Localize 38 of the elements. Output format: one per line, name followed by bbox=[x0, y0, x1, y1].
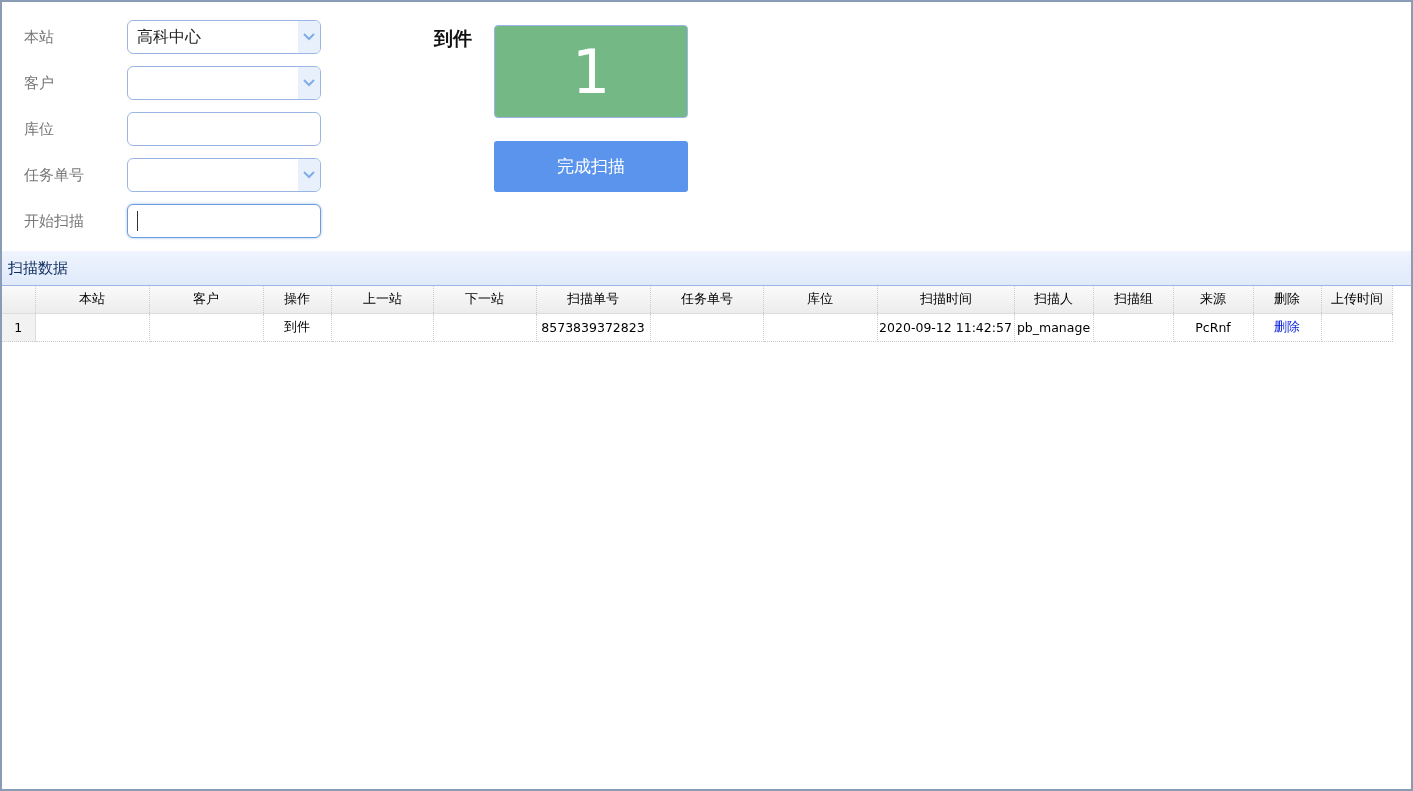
column-header[interactable]: 下一站 bbox=[433, 286, 536, 314]
row-number: 1 bbox=[2, 313, 35, 342]
column-header[interactable]: 扫描时间 bbox=[877, 286, 1014, 314]
header-cell bbox=[2, 286, 35, 314]
table-cell: 2020-09-12 11:42:57 bbox=[877, 313, 1014, 342]
column-header[interactable]: 客户 bbox=[149, 286, 263, 314]
column-header[interactable]: 本站 bbox=[35, 286, 149, 314]
column-header[interactable]: 任务单号 bbox=[650, 286, 763, 314]
select-field[interactable] bbox=[127, 158, 321, 192]
column-header[interactable]: 扫描单号 bbox=[536, 286, 650, 314]
table-cell: 8573839372823 bbox=[536, 313, 650, 342]
field-label: 客户 bbox=[24, 73, 55, 93]
field-label: 本站 bbox=[24, 27, 55, 47]
chevron-down-icon bbox=[303, 79, 315, 87]
field-label: 开始扫描 bbox=[24, 211, 85, 231]
chevron-down-icon bbox=[303, 33, 315, 41]
column-header[interactable]: 扫描人 bbox=[1014, 286, 1093, 314]
delete-link[interactable]: 删除 bbox=[1253, 313, 1321, 342]
field-label: 库位 bbox=[24, 119, 55, 139]
table-cell: PcRnf bbox=[1173, 313, 1253, 342]
column-header[interactable]: 库位 bbox=[763, 286, 877, 314]
table-cell: pb_manage bbox=[1014, 313, 1093, 342]
column-header[interactable]: 上传时间 bbox=[1321, 286, 1392, 314]
select-field[interactable]: 高科中心 bbox=[127, 20, 321, 54]
panel-title: 扫描数据 bbox=[2, 251, 1411, 286]
select-field[interactable] bbox=[127, 66, 321, 100]
column-header[interactable]: 扫描组 bbox=[1093, 286, 1173, 314]
column-header[interactable]: 删除 bbox=[1253, 286, 1321, 314]
chevron-down-icon bbox=[303, 171, 315, 179]
column-header[interactable]: 来源 bbox=[1173, 286, 1253, 314]
column-header[interactable]: 操作 bbox=[263, 286, 331, 314]
field-label: 任务单号 bbox=[24, 165, 85, 185]
input-field[interactable] bbox=[127, 112, 321, 146]
input-field[interactable] bbox=[127, 204, 321, 238]
counter-display: 1 bbox=[494, 25, 688, 118]
table-cell: 到件 bbox=[263, 313, 331, 342]
counter-label: 到件 bbox=[434, 26, 472, 50]
column-header[interactable]: 上一站 bbox=[331, 286, 433, 314]
